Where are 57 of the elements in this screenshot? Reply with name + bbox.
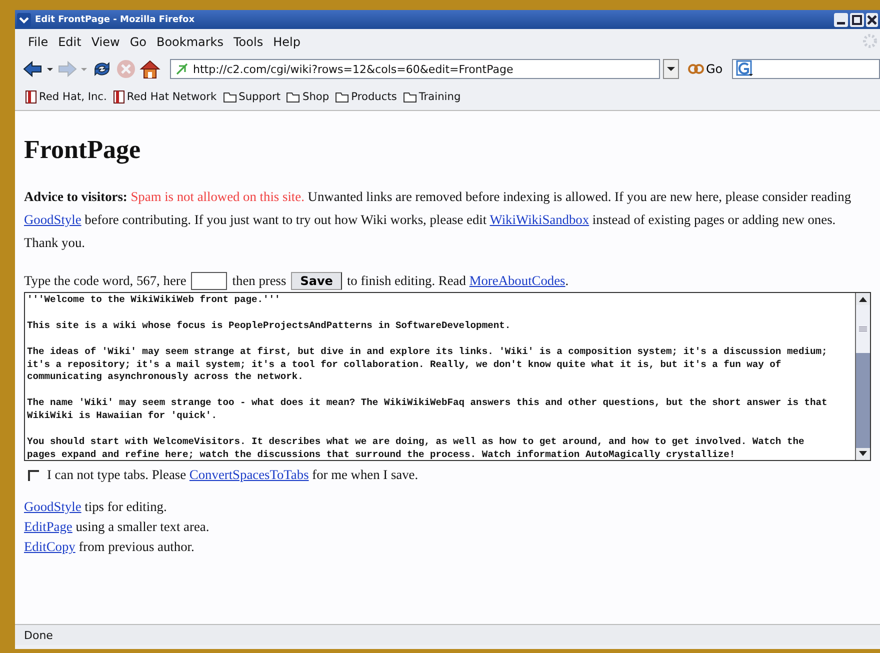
menu-item[interactable]: View (86, 34, 125, 48)
folder-icon (402, 91, 417, 103)
go-button[interactable]: Go (682, 62, 729, 76)
code-input-field[interactable] (191, 272, 228, 290)
window-title: Edit FrontPage - Mozilla Firefox (35, 14, 196, 24)
page-heading: FrontPage (24, 135, 142, 165)
menu-item[interactable]: File (23, 34, 54, 48)
close-icon[interactable] (866, 12, 878, 26)
bookmark-item[interactable]: Training (402, 91, 461, 103)
address-field[interactable]: http://c2.com/cgi/wiki?rows=12&cols=60&edit=FrontPage (170, 59, 660, 79)
help-line: EditPage using a smaller text area. (24, 518, 210, 536)
bookmark-page-icon (25, 90, 37, 104)
bookmark-item[interactable]: Products (335, 91, 397, 103)
search-field[interactable] (732, 59, 880, 79)
checkbox[interactable] (28, 470, 39, 480)
search-engine-icon[interactable] (736, 60, 754, 78)
rings-icon (688, 63, 704, 75)
advice-paragraph: Advice to visitors: Spam is not allowed on this site. Unwanted links are removed before indexing is allowed. If you are new here, please consider reading GoodStyle before contributing. If you just want to try out how Wiki works, please edit WikiWikiSandbox instead of existing pages or adding new ones. Thank you. (24, 188, 852, 252)
bookmark-item[interactable]: Shop (286, 91, 330, 103)
menu-item[interactable]: Go (124, 34, 152, 48)
folder-icon (335, 91, 350, 103)
folder-icon (286, 91, 300, 103)
menu-item[interactable]: Edit (53, 34, 86, 48)
menu-item[interactable]: Tools (228, 34, 268, 48)
dropdown-icon[interactable] (663, 59, 679, 79)
folder-icon (222, 91, 237, 103)
finish-editing-text: to finish editing. Read MoreAboutCodes. (346, 273, 569, 289)
then-press-text: then press (232, 273, 286, 289)
throbber-icon (862, 33, 878, 49)
wiki-link[interactable]: MoreAboutCodes (469, 273, 566, 288)
maximize-icon[interactable] (850, 12, 864, 26)
bookmark-item[interactable]: Red Hat Network (112, 90, 217, 104)
grip-icon (859, 326, 867, 332)
scroll-down-icon[interactable] (859, 451, 867, 457)
bookmark-page-icon (112, 90, 125, 104)
scroll-up-icon[interactable] (859, 296, 867, 302)
help-line: GoodStyle tips for editing. (24, 498, 168, 516)
code-prompt: Type the code word, 567, here (24, 273, 186, 289)
minimize-icon[interactable] (834, 12, 848, 26)
menu-item[interactable]: Bookmarks (151, 34, 229, 48)
help-line: EditCopy from previous author. (24, 538, 196, 556)
wiki-link[interactable]: EditPage (24, 519, 72, 534)
bookmark-item[interactable]: Support (222, 91, 280, 103)
home-icon[interactable] (139, 59, 161, 79)
bookmark-item[interactable]: Red Hat, Inc. (25, 90, 107, 104)
back-arrow-icon[interactable] (23, 60, 43, 78)
wiki-link[interactable]: GoodStyle (24, 499, 82, 514)
wiki-link[interactable]: EditCopy (24, 539, 76, 554)
menu-item[interactable]: Help (268, 34, 306, 48)
wiki-link[interactable]: GoodStyle (24, 212, 82, 227)
chevron-icon[interactable] (17, 12, 31, 26)
wiki-link[interactable]: ConvertSpacesToTabs (189, 467, 309, 482)
wiki-link[interactable]: WikiWikiSandbox (490, 212, 590, 227)
checkbox-label: I can not type tabs. Please ConvertSpacesToTabs for me when I save. (47, 467, 418, 483)
scrollbar[interactable] (855, 293, 870, 460)
status-bar: Done (15, 624, 880, 645)
save-button[interactable]: Save (291, 272, 342, 290)
